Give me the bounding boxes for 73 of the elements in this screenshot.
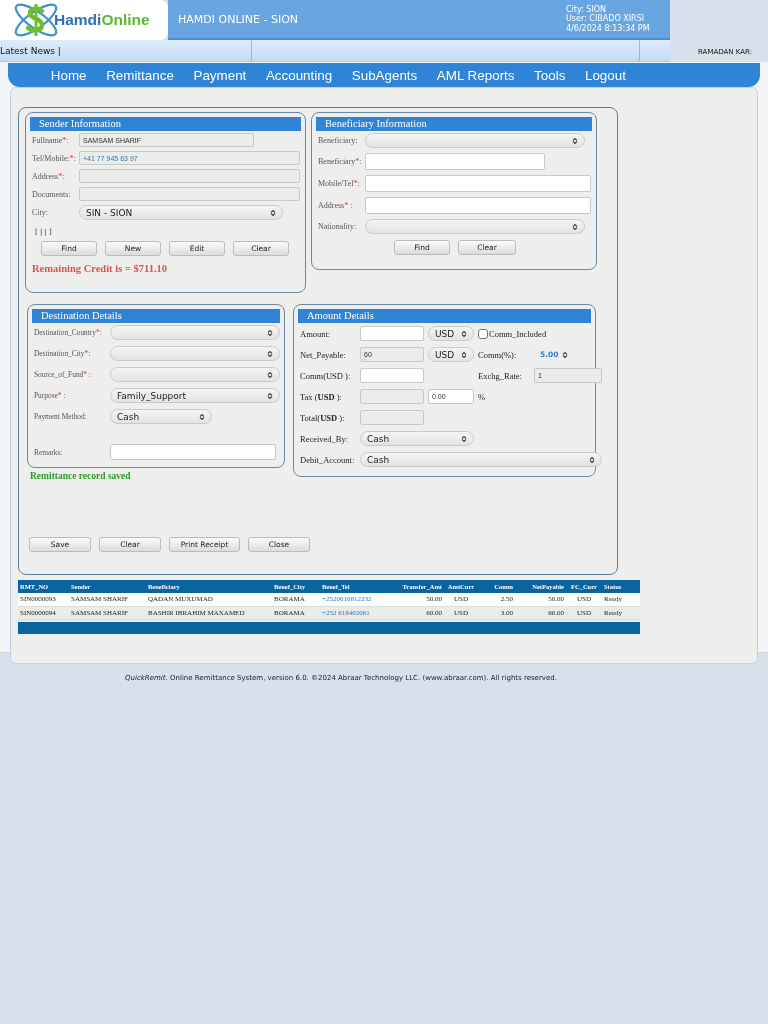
menu-item[interactable]: Home [41,67,97,83]
dropdown[interactable]: SIN - SION [79,205,283,220]
checkbox[interactable] [478,328,488,339]
dropdown[interactable] [110,346,280,361]
dropdown[interactable]: Family_Support [110,388,280,403]
field-label: Tax (USD ): [300,391,343,402]
section-title: Beneficiary Information [316,117,592,131]
input-field[interactable] [360,326,424,341]
session-info: User: CIBADO XIRSI [566,14,646,24]
field-label: Fullname*: [32,135,70,145]
menu-item[interactable]: SubAgents [341,67,428,83]
updown-icon [460,350,468,359]
field-label: Received_By: [300,433,350,444]
updown-icon [266,370,274,379]
field-label: Nationality: [318,222,358,231]
section-title: Amount Details [298,309,591,323]
field-label: City: [32,208,49,217]
dropdown[interactable] [110,325,280,340]
success-message: Remittance record saved [30,471,132,481]
updown-icon [571,136,579,145]
input-field[interactable] [110,444,276,460]
dropdown[interactable] [110,367,280,382]
menu-item[interactable]: Tools [524,67,576,83]
input-field[interactable] [365,153,545,170]
section-title: Destination Details [32,309,280,323]
field-label: Net_Payable: [300,349,347,360]
field-label: Amount: [300,328,332,339]
field-label: Beneficiary: [318,136,359,145]
session-info: City: SION [566,4,607,15]
menu-item[interactable]: Accounting [256,67,342,83]
updown-icon [460,434,468,443]
dropdown[interactable] [365,133,585,148]
input-field[interactable] [360,368,424,383]
dropdown[interactable]: Cash [360,452,602,467]
field-label: Mobile/Tel*: [318,179,361,188]
dropdown[interactable]: USD [428,326,474,341]
field-label: Address*: [32,171,66,181]
updown-icon [266,328,274,337]
field-label: Debit_Account: [300,454,356,465]
updown-icon [269,208,277,217]
field-label: Documents: [32,189,72,199]
menu-item[interactable]: Logout [575,67,636,83]
field-label: Beneficiary*: [318,157,363,166]
updown-icon [460,329,468,338]
credit-text: Remaining Credit is = $711.10 [32,263,168,274]
updown-icon [266,391,274,400]
dropdown[interactable] [365,219,585,234]
session-info: 4/6/2024 8:13:34 PM [566,23,651,34]
field-label: Comm(%): [478,349,518,360]
updown-icon [561,350,569,359]
menu-item[interactable]: Remittance [96,67,184,83]
field-label: Comm(USD ): [300,370,352,381]
news-label: Latest News | [0,45,61,56]
field-label: Address* : [318,201,354,210]
updown-icon [588,455,596,464]
dropdown[interactable]: USD [428,347,474,362]
field-label: % [478,391,487,402]
input-field[interactable] [365,175,591,192]
field-label: Exchg_Rate: [478,370,523,381]
menu-item[interactable]: AML Reports [427,67,525,83]
updown-icon [198,412,206,421]
checkbox-label[interactable]: Comm_Included [478,328,602,339]
dropdown[interactable]: Cash [110,409,212,424]
site-title: HAMDI ONLINE - SION [178,12,298,26]
field-label: Tel/Mobile:*: [32,153,77,163]
brand-name: HamdiOnline [54,11,150,29]
input-field[interactable] [365,197,591,214]
dropdown[interactable]: Cash [360,431,474,446]
section-title: Sender Information [30,117,301,131]
menu-item[interactable]: Payment [183,67,257,83]
updown-icon [571,222,579,231]
updown-icon [266,349,274,358]
field-label: Total(USD ): [300,412,346,423]
